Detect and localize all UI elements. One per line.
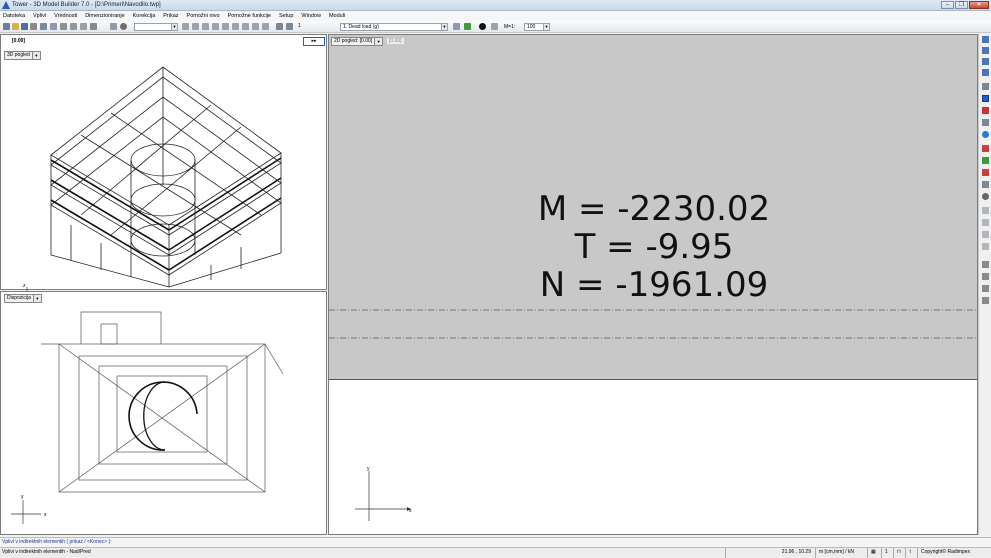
- extra-value-readout: [0.00]: [387, 38, 404, 44]
- view-2d-panel[interactable]: 2D pogled: [0.00] ▼ [0.00] M = -2230.02 T…: [328, 34, 978, 535]
- active-tool-icon[interactable]: [982, 95, 989, 102]
- run-icon[interactable]: [464, 23, 471, 30]
- info-tool-icon[interactable]: [982, 131, 989, 138]
- tool-12-icon[interactable]: [982, 169, 989, 176]
- maximize-button[interactable]: ❐: [955, 1, 968, 9]
- print-icon[interactable]: [30, 23, 37, 30]
- info-icon[interactable]: [110, 23, 117, 30]
- tool-2-icon[interactable]: [982, 47, 989, 54]
- axis-z-label: z: [23, 283, 26, 289]
- table-icon[interactable]: [90, 23, 97, 30]
- select-icon[interactable]: [40, 23, 47, 30]
- moment-value: M = -2230.02: [537, 189, 771, 229]
- save-icon[interactable]: [21, 23, 28, 30]
- tool-18-icon[interactable]: [982, 243, 989, 250]
- open-folder-icon[interactable]: [12, 23, 19, 30]
- tool-8-icon[interactable]: [982, 119, 989, 126]
- right-toolbar: [978, 33, 991, 535]
- structure-icon[interactable]: [242, 23, 249, 30]
- counter-label: 1: [298, 23, 301, 29]
- close-button[interactable]: ✕: [969, 1, 989, 9]
- blank-combo[interactable]: ▼: [134, 23, 178, 31]
- tool-16-icon[interactable]: [982, 219, 989, 226]
- window-title: Tower - 3D Model Builder 7.0 - [D:\Prime…: [12, 2, 161, 8]
- coord-readout: [0.00]: [12, 38, 26, 44]
- redo-icon[interactable]: [286, 23, 293, 30]
- section-dash-lines: [329, 309, 977, 339]
- view-select-2d[interactable]: 2D pogled: [0.00] ▼: [331, 37, 384, 46]
- menu-datoteka[interactable]: Datoteka: [3, 13, 25, 19]
- step-label: M=1:: [504, 24, 516, 30]
- status-bar: Vplivi v indirektnih elementih - Nad/Pre…: [0, 547, 991, 558]
- zoom-all-icon[interactable]: [182, 23, 189, 30]
- menu-korekcija[interactable]: Korekcija: [133, 13, 156, 19]
- new-file-icon[interactable]: [3, 23, 10, 30]
- shear-value: T = -9.95: [574, 227, 734, 267]
- building-3d-drawing: z: [23, 66, 282, 291]
- tool-10-icon[interactable]: [982, 145, 989, 152]
- axis-y-label: y: [367, 466, 370, 472]
- pan-icon[interactable]: [202, 23, 209, 30]
- undo-icon[interactable]: [276, 23, 283, 30]
- view-select-disposition[interactable]: Dispozicija ▼: [4, 294, 42, 303]
- axis-x-label: x: [409, 508, 412, 514]
- disposition-panel[interactable]: Dispozicija ▼ x y: [0, 291, 327, 535]
- coordinate-axes: y x: [355, 466, 412, 521]
- command-line[interactable]: Vplivi v indirektnih elementih ( prikaz …: [0, 537, 991, 547]
- toolbar: ▼ 1 1. Dead load (g) ▼ M=1: 100 ▼: [0, 21, 991, 33]
- tool-11-icon[interactable]: [982, 157, 989, 164]
- elements-icon[interactable]: [262, 23, 269, 30]
- tool-5-icon[interactable]: [982, 83, 989, 90]
- view-toggle-button[interactable]: ▸▸: [303, 37, 325, 46]
- axial-value: N = -1961.09: [539, 265, 769, 305]
- menu-dimenzioniranje[interactable]: Dimenzioniranje: [85, 13, 124, 19]
- menu-pomozni-nivo[interactable]: Pomožni nivo: [187, 13, 220, 19]
- tool-21-icon[interactable]: [982, 285, 989, 292]
- redraw-icon[interactable]: [222, 23, 229, 30]
- plan-axis-y-label: y: [21, 494, 24, 500]
- menu-vrednosti[interactable]: Vrednosti: [54, 13, 77, 19]
- rotate-icon[interactable]: [212, 23, 219, 30]
- settings-icon[interactable]: [120, 23, 127, 30]
- menu-prikaz[interactable]: Prikaz: [163, 13, 178, 19]
- app-icon: [2, 1, 10, 9]
- beam-icon[interactable]: [80, 23, 87, 30]
- calc-icon[interactable]: [453, 23, 460, 30]
- tool-3-icon[interactable]: [982, 58, 989, 65]
- node-icon[interactable]: [70, 23, 77, 30]
- title-bar: Tower - 3D Model Builder 7.0 - [D:\Prime…: [0, 0, 991, 11]
- menu-moduli[interactable]: Moduli: [329, 13, 345, 19]
- menu-vplivi[interactable]: Vplivi: [33, 13, 46, 19]
- layer-icon[interactable]: [232, 23, 239, 30]
- view-3d-panel[interactable]: [0.00] ▸▸ 3D pogled ▼ z: [0, 34, 327, 291]
- plan-axis-x-label: x: [44, 512, 47, 518]
- menu-window[interactable]: Window: [301, 13, 321, 19]
- tool-4-icon[interactable]: [982, 69, 989, 76]
- diagram-area[interactable]: 2D pogled: [0.00] ▼ [0.00] M = -2230.02 T…: [329, 35, 977, 380]
- hand-icon[interactable]: [982, 193, 989, 200]
- scale-icon[interactable]: [491, 23, 498, 30]
- zoom-window-icon[interactable]: [192, 23, 199, 30]
- grid-icon[interactable]: [60, 23, 67, 30]
- tool-17-icon[interactable]: [982, 231, 989, 238]
- tool-13-icon[interactable]: [982, 181, 989, 188]
- tool-22-icon[interactable]: [982, 297, 989, 304]
- tool-1-icon[interactable]: [982, 36, 989, 43]
- menu-setup[interactable]: Setup: [279, 13, 293, 19]
- measure-icon[interactable]: [50, 23, 57, 30]
- tool-7-icon[interactable]: [982, 107, 989, 114]
- status-message: Vplivi v indirektnih elementih - Nad/Pre…: [2, 549, 91, 555]
- tool-19-icon[interactable]: [982, 261, 989, 268]
- step-value-select[interactable]: 100 ▼: [524, 23, 550, 31]
- view-select-3d[interactable]: 3D pogled ▼: [4, 51, 41, 60]
- frame-icon[interactable]: [252, 23, 259, 30]
- contrast-icon[interactable]: [479, 23, 486, 30]
- tool-15-icon[interactable]: [982, 207, 989, 214]
- menu-bar: Datoteka Vplivi Vrednosti Dimenzioniranj…: [0, 11, 991, 21]
- minimize-button[interactable]: –: [941, 1, 954, 9]
- tool-20-icon[interactable]: [982, 273, 989, 280]
- menu-pomozne-funkcije[interactable]: Pomožne funkcije: [228, 13, 271, 19]
- floor-plan-drawing: x y: [11, 311, 284, 524]
- load-case-select[interactable]: 1. Dead load (g) ▼: [340, 23, 448, 31]
